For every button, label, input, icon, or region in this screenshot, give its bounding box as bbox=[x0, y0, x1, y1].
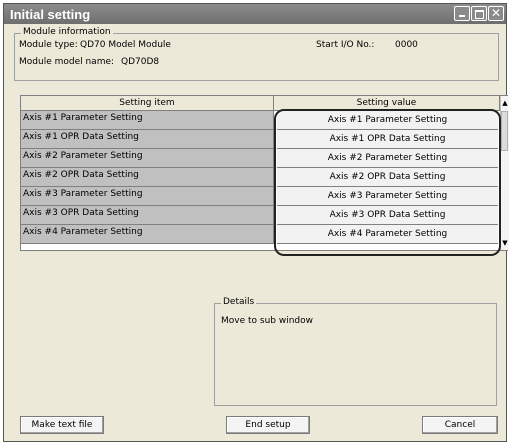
details-text: Move to sub window bbox=[221, 316, 314, 326]
column-header-setting-item[interactable]: Setting item bbox=[21, 96, 274, 111]
module-information-legend: Module information bbox=[21, 27, 113, 37]
close-button[interactable]: ✕ bbox=[488, 6, 504, 21]
setting-value-button[interactable]: Axis #4 Parameter Setting bbox=[277, 225, 498, 244]
maximize-button[interactable] bbox=[471, 6, 487, 21]
setting-table: Setting item Setting value Axis #1 Param… bbox=[20, 95, 509, 251]
module-type-label: Module type: bbox=[19, 40, 78, 50]
setting-value-button[interactable]: Axis #2 Parameter Setting bbox=[277, 149, 498, 168]
setting-item-cell: Axis #2 OPR Data Setting bbox=[21, 168, 274, 187]
module-type-value: QD70 Model Module bbox=[80, 40, 171, 50]
start-io-value: 0000 bbox=[395, 40, 418, 50]
title-bar[interactable]: Initial setting ✕ bbox=[4, 4, 506, 24]
module-model-name-label: Module model name: bbox=[19, 57, 115, 67]
scroll-up-arrow-icon[interactable]: ▲ bbox=[501, 96, 509, 110]
make-text-file-button[interactable]: Make text file bbox=[20, 416, 104, 434]
column-header-setting-value[interactable]: Setting value bbox=[274, 96, 500, 111]
module-information-group: Module information Module type: QD70 Mod… bbox=[14, 27, 499, 81]
start-io-label: Start I/O No.: bbox=[316, 40, 375, 50]
setting-item-cell: Axis #4 Parameter Setting bbox=[21, 225, 274, 244]
setting-value-button[interactable]: Axis #3 OPR Data Setting bbox=[277, 206, 498, 225]
module-model-name-value: QD70D8 bbox=[121, 57, 160, 67]
scroll-down-arrow-icon[interactable]: ▼ bbox=[501, 236, 509, 250]
scrollbar-thumb[interactable] bbox=[501, 111, 508, 151]
setting-item-cell: Axis #1 OPR Data Setting bbox=[21, 130, 274, 149]
minimize-button[interactable] bbox=[454, 6, 470, 21]
setting-item-cell: Axis #3 Parameter Setting bbox=[21, 187, 274, 206]
setting-value-button[interactable]: Axis #1 Parameter Setting bbox=[277, 111, 498, 130]
setting-value-button[interactable]: Axis #1 OPR Data Setting bbox=[277, 130, 498, 149]
details-legend: Details bbox=[221, 297, 257, 307]
setting-value-button[interactable]: Axis #3 Parameter Setting bbox=[277, 187, 498, 206]
setting-value-button[interactable]: Axis #2 OPR Data Setting bbox=[277, 168, 498, 187]
setting-item-cell: Axis #1 Parameter Setting bbox=[21, 111, 274, 130]
end-setup-button[interactable]: End setup bbox=[226, 416, 310, 434]
details-group: Details Move to sub window bbox=[214, 297, 497, 406]
vertical-scrollbar[interactable]: ▲ ▼ bbox=[500, 96, 509, 250]
window-title: Initial setting bbox=[10, 7, 91, 22]
setting-item-cell: Axis #3 OPR Data Setting bbox=[21, 206, 274, 225]
setting-item-cell: Axis #2 Parameter Setting bbox=[21, 149, 274, 168]
cancel-button[interactable]: Cancel bbox=[422, 416, 498, 434]
